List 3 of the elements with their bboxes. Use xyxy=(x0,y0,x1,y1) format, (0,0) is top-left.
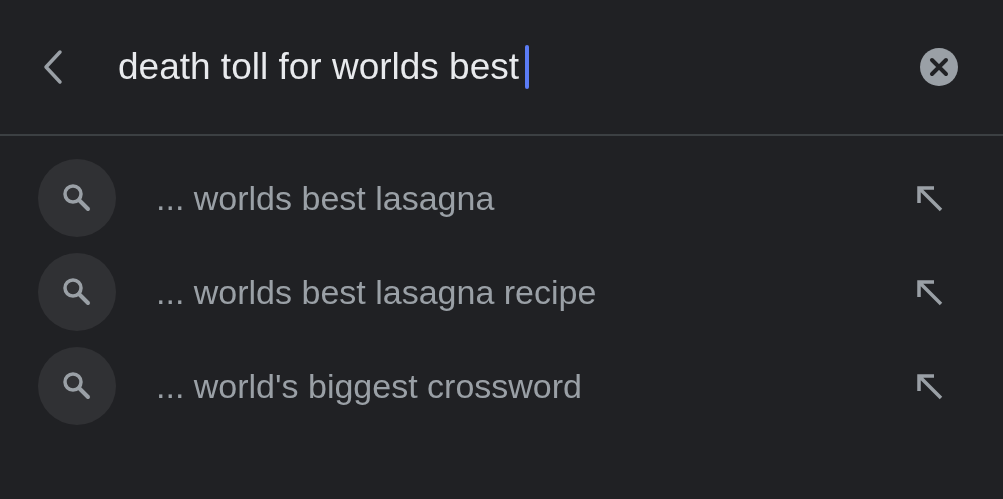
close-icon xyxy=(919,47,959,87)
clear-button[interactable] xyxy=(919,47,959,87)
search-field[interactable]: death toll for worlds best xyxy=(118,45,919,89)
